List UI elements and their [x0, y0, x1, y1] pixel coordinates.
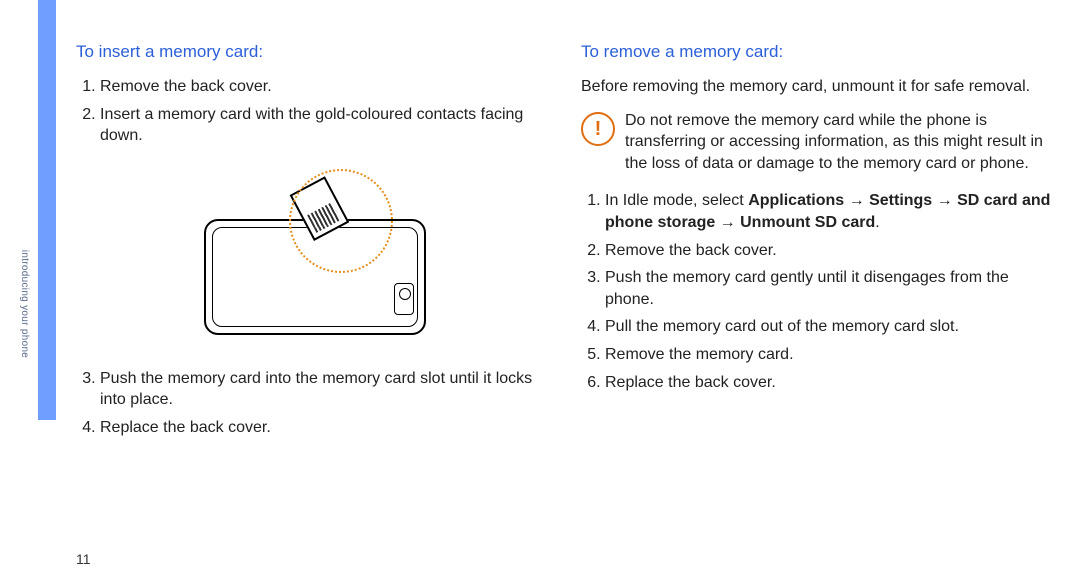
insert-sd-illustration	[149, 159, 479, 354]
heading-insert: To insert a memory card:	[76, 42, 551, 62]
insert-steps-bottom: Push the memory card into the memory car…	[76, 368, 551, 439]
list-item: Remove the back cover.	[100, 76, 551, 98]
remove-steps: In Idle mode, select Applications → Sett…	[581, 190, 1056, 393]
manual-page: introducing your phone To insert a memor…	[0, 0, 1080, 585]
list-item: Remove the memory card.	[605, 344, 1056, 366]
section-label: introducing your phone	[19, 224, 30, 384]
section-tab	[38, 0, 56, 420]
left-column: To insert a memory card: Remove the back…	[76, 42, 551, 445]
warning-icon: !	[581, 112, 615, 146]
list-item: Insert a memory card with the gold-colou…	[100, 104, 551, 147]
list-item: Pull the memory card out of the memory c…	[605, 316, 1056, 338]
list-item: Push the memory card gently until it dis…	[605, 267, 1056, 310]
page-content: To insert a memory card: Remove the back…	[76, 42, 1056, 445]
highlight-circle-icon	[289, 169, 393, 273]
warning-callout: ! Do not remove the memory card while th…	[581, 108, 1056, 177]
list-item: In Idle mode, select Applications → Sett…	[605, 190, 1056, 233]
heading-remove: To remove a memory card:	[581, 42, 1056, 62]
warning-text: Do not remove the memory card while the …	[625, 110, 1050, 175]
step1-suffix: .	[875, 214, 879, 231]
page-number: 11	[76, 551, 91, 567]
list-item: Replace the back cover.	[605, 372, 1056, 394]
list-item: Remove the back cover.	[605, 240, 1056, 262]
step1-prefix: In Idle mode, select	[605, 192, 748, 209]
insert-steps-top: Remove the back cover. Insert a memory c…	[76, 76, 551, 147]
camera-module-icon	[394, 283, 414, 315]
list-item: Replace the back cover.	[100, 417, 551, 439]
list-item: Push the memory card into the memory car…	[100, 368, 551, 411]
right-column: To remove a memory card: Before removing…	[581, 42, 1056, 445]
intro-text: Before removing the memory card, unmount…	[581, 76, 1056, 98]
